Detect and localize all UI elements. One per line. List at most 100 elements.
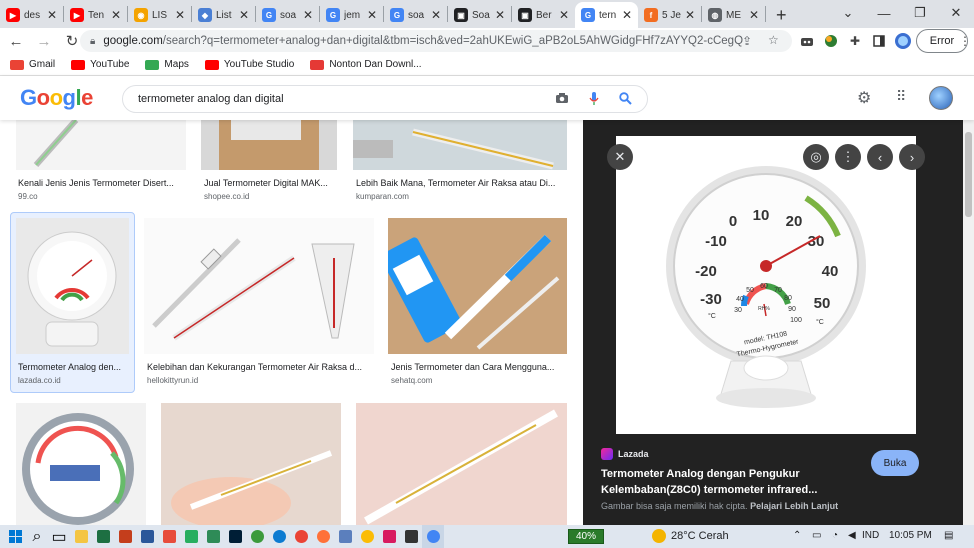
tab-close-icon[interactable]: ✕ [749,8,759,22]
chrome-active-icon[interactable] [422,525,444,548]
battery-indicator[interactable]: 40% [568,529,604,544]
minimize-button[interactable]: — [866,0,902,26]
learn-more-link[interactable]: Pelajari Lebih Lanjut [750,501,838,511]
tab-close-icon[interactable]: ✕ [303,8,313,22]
search-icon[interactable] [619,92,632,108]
side-panel-icon[interactable] [870,32,888,50]
bookmark-item[interactable]: YouTube Studio [204,59,294,70]
preview-source[interactable]: Lazada [601,448,649,460]
app-green-icon[interactable] [180,525,202,548]
forward-button[interactable]: → [32,33,56,50]
scrollbar-thumb[interactable] [965,132,972,217]
profile-avatar-icon[interactable] [894,32,912,50]
browser-tab[interactable]: Gsoa ✕ [384,2,447,28]
extension-robot-icon[interactable] [798,32,816,50]
result-caption-2[interactable]: Jual Termometer Digital MAK... [204,178,336,188]
result-thumb-5[interactable] [144,218,374,354]
tab-close-icon[interactable]: ✕ [111,8,121,22]
tray-chevron-icon[interactable]: ⌃ [793,530,801,541]
visit-button[interactable]: Buka [871,450,919,476]
language-indicator[interactable]: IND [862,530,879,541]
firefox-icon[interactable] [312,525,334,548]
back-button[interactable]: ← [4,33,28,50]
result-caption-1[interactable]: Kenali Jenis Jenis Termometer Disert... [18,178,184,188]
tab-search-icon[interactable]: ⌄ [830,0,866,26]
account-avatar[interactable] [929,86,953,110]
previous-image-button[interactable]: ‹ [867,144,893,170]
weather-widget[interactable]: 28°C Cerah [652,529,729,543]
browser-tab[interactable]: f 5 Je ✕ [638,2,701,28]
result-thumb-7[interactable] [16,403,146,525]
app-leaf-icon[interactable] [202,525,224,548]
result-thumb-2[interactable] [201,120,337,170]
tab-close-icon[interactable]: ✕ [559,8,569,22]
camera-search-icon[interactable] [555,92,569,107]
restore-button[interactable]: ❐ [902,0,938,26]
apps-grid-icon[interactable]: ⠿ [896,88,906,105]
address-bar[interactable]: 🔒︎ google.com/search?q=termometer+analog… [80,30,792,52]
share-icon[interactable]: ⇪ [742,34,752,48]
result-thumb-8[interactable] [161,403,341,525]
browser-tab[interactable]: ▣ Ber ✕ [512,2,575,28]
tray-network-icon[interactable]: ▭ [812,530,821,541]
preview-title[interactable]: Termometer Analog dengan Pengukur Kelemb… [601,466,851,498]
tray-wifi-icon[interactable]: ◔ [832,530,838,541]
result-caption-4[interactable]: Termometer Analog den... [18,362,128,372]
tab-close-icon[interactable]: ✕ [175,8,185,22]
browser-tab[interactable]: ▶ des ✕ [0,2,63,28]
close-preview-button[interactable]: ✕ [607,144,633,170]
browser-tab[interactable]: Gjem ✕ [320,2,383,28]
notifications-icon[interactable]: ▤ [944,530,953,541]
extensions-puzzle-icon[interactable]: ✚ [846,32,864,50]
app-blue-icon[interactable] [334,525,356,548]
tab-close-icon[interactable]: ✕ [495,8,505,22]
tab-close-icon[interactable]: ✕ [622,8,632,22]
next-image-button[interactable]: › [899,144,925,170]
result-caption-5[interactable]: Kelebihan dan Kekurangan Termometer Air … [147,362,373,372]
result-caption-3[interactable]: Lebih Baik Mana, Termometer Air Raksa at… [356,178,566,188]
preview-image[interactable]: 0 10 20 30 40 50 -10 -20 -30 30 40 50 60 70 80 90 100 °… [616,136,916,434]
lens-search-button[interactable]: ◎ [803,144,829,170]
result-thumb-3[interactable] [353,120,567,170]
more-options-button[interactable]: ⋮ [835,144,861,170]
file-explorer-icon[interactable] [70,525,92,548]
result-thumb-6[interactable] [388,218,567,354]
clock[interactable]: 10:05 PM [889,530,932,541]
result-caption-6[interactable]: Jenis Termometer dan Cara Mengguna... [391,362,566,372]
settings-gear-icon[interactable]: ⚙ [857,88,871,108]
bookmark-item[interactable]: Maps [145,59,189,70]
photoshop-icon[interactable] [224,525,246,548]
tab-close-icon[interactable]: ✕ [685,8,695,22]
app-dark-icon[interactable] [400,525,422,548]
lock-icon[interactable]: 🔒︎ [90,36,95,47]
browser-tab[interactable]: ◉ LIS ✕ [128,2,191,28]
app-red-icon[interactable] [158,525,180,548]
bookmark-item[interactable]: Nonton Dan Downl... [310,59,422,70]
tab-close-icon[interactable]: ✕ [239,8,249,22]
tray-volume-icon[interactable]: ◀ [848,530,856,541]
browser-tab[interactable]: ▶ Ten ✕ [64,2,127,28]
new-tab-button[interactable]: + [766,2,797,28]
tab-close-icon[interactable]: ✕ [47,8,57,22]
search-box[interactable]: termometer analog dan digital [122,85,648,113]
browser-tab[interactable]: Gsoa ✕ [256,2,319,28]
tab-close-icon[interactable]: ✕ [367,8,377,22]
taskbar-search-icon[interactable]: ⌕ [26,525,48,548]
browser-tab[interactable]: ◍ ME ✕ [702,2,765,28]
app-pink-icon[interactable] [378,525,400,548]
result-thumb-4[interactable] [16,218,129,354]
powerpoint-icon[interactable] [114,525,136,548]
app-globe-icon[interactable] [246,525,268,548]
excel-icon[interactable] [92,525,114,548]
tab-close-icon[interactable]: ✕ [431,8,441,22]
windows-start-icon[interactable] [4,525,26,548]
close-window-button[interactable]: ✕ [938,0,974,26]
browser-tab[interactable]: Gtern ✕ [575,2,638,28]
voice-search-icon[interactable] [589,92,599,109]
bookmark-item[interactable]: Gmail [10,59,55,70]
extension-globe-icon[interactable] [822,32,840,50]
chrome-icon-2[interactable] [356,525,378,548]
result-thumb-9[interactable] [356,403,567,525]
bookmark-star-icon[interactable]: ☆ [768,33,779,47]
chrome-icon-1[interactable] [290,525,312,548]
